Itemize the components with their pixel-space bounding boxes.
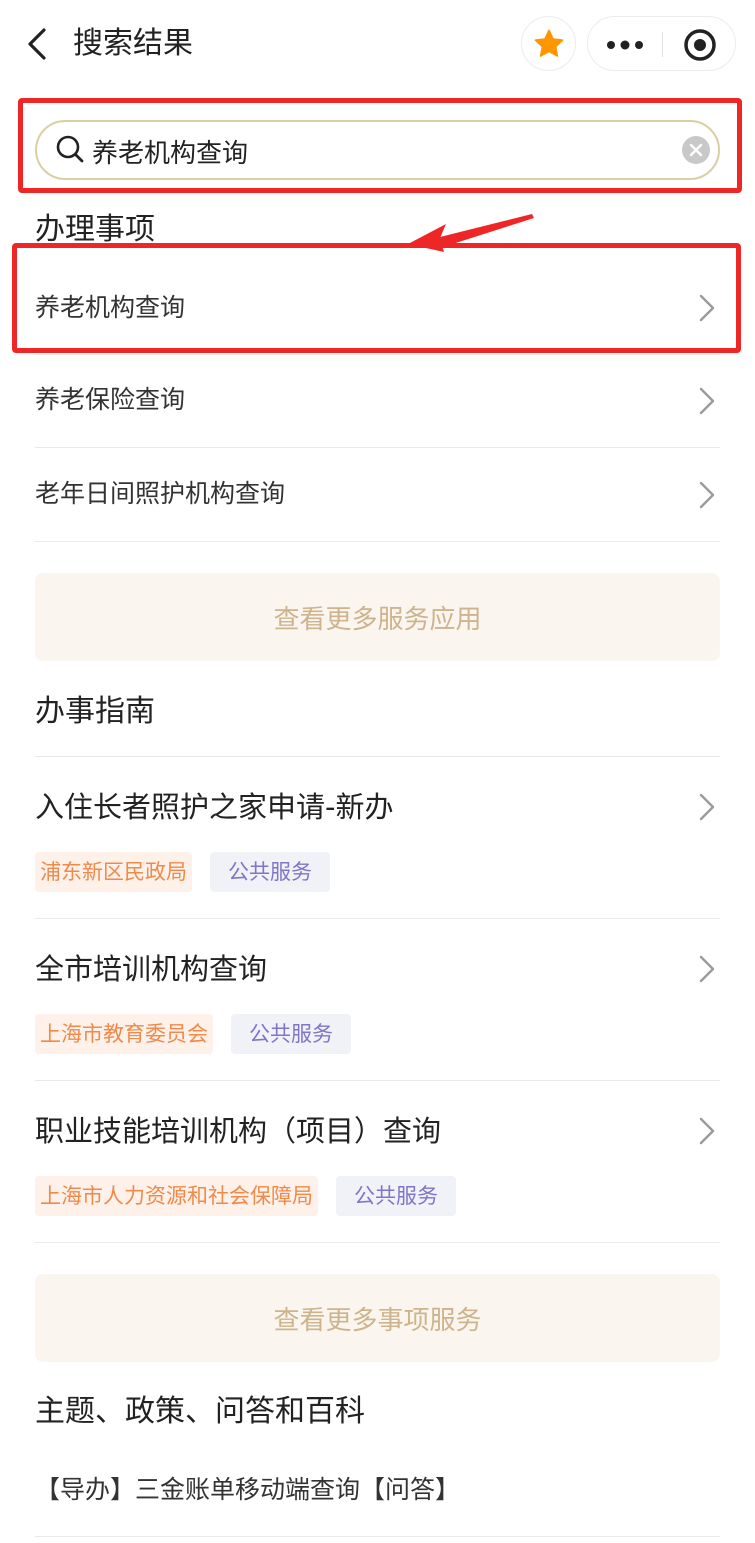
guide-item-1[interactable]: 入住长者照护之家申请-新办 浦东新区民政局 公共服务 bbox=[35, 757, 720, 919]
more-matters-button[interactable]: 查看更多事项服务 bbox=[35, 1274, 720, 1362]
department-tag: 上海市人力资源和社会保障局 bbox=[35, 1176, 318, 1216]
chevron-right-icon bbox=[699, 387, 715, 415]
back-button[interactable] bbox=[22, 24, 58, 64]
guide-item-title: 入住长者照护之家申请-新办 bbox=[35, 790, 394, 824]
mini-program-capsule bbox=[587, 16, 736, 71]
topic-item-label: 【导办】三金账单移动端查询【问答】 bbox=[35, 1475, 461, 1504]
annotation-box-first-result bbox=[12, 243, 741, 353]
service-type-tag: 公共服务 bbox=[336, 1176, 456, 1216]
chevron-right-icon bbox=[699, 481, 715, 509]
tag-row: 浦东新区民政局 公共服务 bbox=[35, 852, 330, 892]
target-circle-icon bbox=[684, 28, 716, 61]
section-title-guide: 办事指南 bbox=[35, 694, 155, 729]
matter-item-label: 老年日间照护机构查询 bbox=[35, 479, 286, 508]
chevron-right-icon bbox=[699, 1117, 715, 1145]
more-button[interactable] bbox=[588, 17, 662, 72]
matter-item-label: 养老保险查询 bbox=[35, 385, 186, 414]
star-icon bbox=[534, 28, 563, 57]
tag-row: 上海市教育委员会 公共服务 bbox=[35, 1014, 351, 1054]
guide-item-2[interactable]: 全市培训机构查询 上海市教育委员会 公共服务 bbox=[35, 919, 720, 1081]
more-services-button[interactable]: 查看更多服务应用 bbox=[35, 573, 720, 661]
close-mini-program-button[interactable] bbox=[663, 17, 737, 72]
guide-item-3[interactable]: 职业技能培训机构（项目）查询 上海市人力资源和社会保障局 公共服务 bbox=[35, 1081, 720, 1243]
service-type-tag: 公共服务 bbox=[210, 852, 330, 892]
chevron-right-icon bbox=[699, 793, 715, 821]
annotation-box-search bbox=[18, 98, 742, 193]
guide-item-title: 职业技能培训机构（项目）查询 bbox=[35, 1114, 442, 1148]
section-title-topics: 主题、政策、问答和百科 bbox=[35, 1394, 365, 1429]
department-tag: 浦东新区民政局 bbox=[35, 852, 192, 892]
service-type-tag: 公共服务 bbox=[231, 1014, 351, 1054]
guide-item-title: 全市培训机构查询 bbox=[35, 952, 268, 986]
favorite-button[interactable] bbox=[521, 16, 576, 71]
tag-row: 上海市人力资源和社会保障局 公共服务 bbox=[35, 1176, 456, 1216]
top-bar: 搜索结果 bbox=[0, 0, 755, 90]
chevron-left-icon bbox=[28, 28, 46, 60]
chevron-right-icon bbox=[699, 955, 715, 983]
department-tag: 上海市教育委员会 bbox=[35, 1014, 213, 1054]
more-dots-icon bbox=[607, 40, 643, 49]
page-title: 搜索结果 bbox=[73, 26, 193, 61]
matter-item-2[interactable]: 养老保险查询 bbox=[35, 355, 720, 448]
topic-item-1[interactable]: 【导办】三金账单移动端查询【问答】 bbox=[35, 1455, 720, 1537]
matter-item-3[interactable]: 老年日间照护机构查询 bbox=[35, 449, 720, 542]
